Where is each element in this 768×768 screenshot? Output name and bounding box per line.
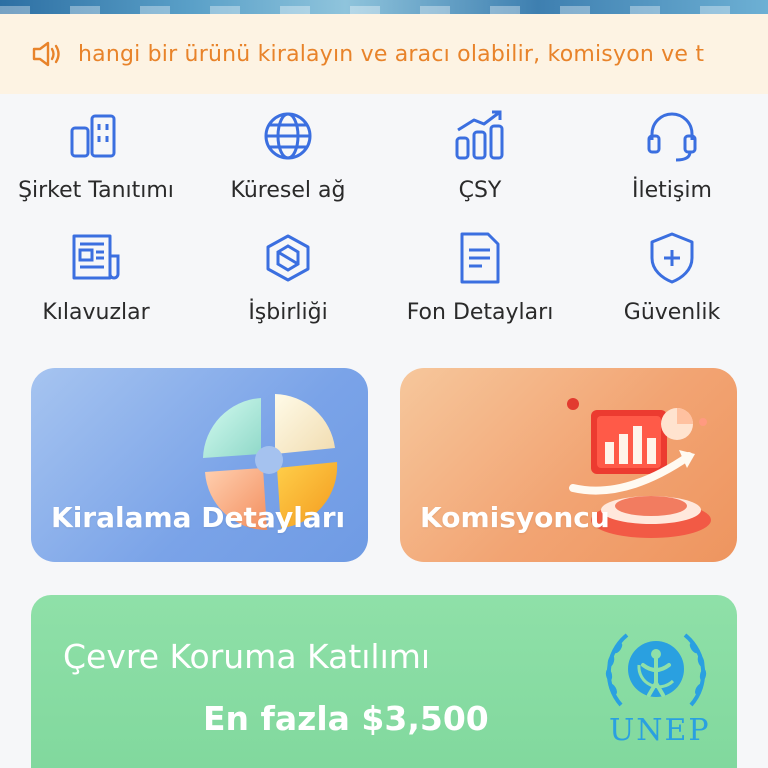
environment-promo-banner[interactable]: Çevre Koruma Katılımı En fazla $3,500 UN… <box>31 595 737 768</box>
menu-item-csr[interactable]: ÇSY <box>384 100 576 220</box>
notice-bar[interactable]: hangi bir ürünü kiralayın ve aracı olabi… <box>0 14 768 94</box>
menu-label: İletişim <box>632 178 712 203</box>
building-icon <box>70 114 116 158</box>
menu-item-guides[interactable]: Kılavuzlar <box>0 222 192 342</box>
speaker-icon <box>32 41 60 67</box>
globe-icon <box>264 112 312 160</box>
menu-label: Kılavuzlar <box>42 300 150 325</box>
cooperation-icon <box>266 234 310 282</box>
headset-icon <box>647 112 697 162</box>
menu-label: Küresel ağ <box>230 178 346 203</box>
promo-subtitle: En fazla $3,500 <box>203 699 489 738</box>
menu-item-global-network[interactable]: Küresel ağ <box>192 100 384 220</box>
notice-text: hangi bir ürünü kiralayın ve aracı olabi… <box>78 41 705 67</box>
menu-label: Fon Detayları <box>406 300 554 325</box>
unep-logo-icon <box>605 633 707 707</box>
unep-logo-text: UNEP <box>609 713 711 748</box>
rental-details-title: Kiralama Detayları <box>51 501 346 534</box>
shield-icon <box>650 232 694 284</box>
broker-card[interactable]: Komisyoncu <box>400 368 737 562</box>
menu-item-fund-details[interactable]: Fon Detayları <box>384 222 576 342</box>
document-icon <box>460 232 500 284</box>
promo-title: Çevre Koruma Katılımı <box>63 637 431 676</box>
menu-item-company-intro[interactable]: Şirket Tanıtımı <box>0 100 192 220</box>
menu-label: Güvenlik <box>623 300 721 325</box>
menu-label: Şirket Tanıtımı <box>18 178 174 203</box>
menu-item-security[interactable]: Güvenlik <box>576 222 768 342</box>
top-banner-image[interactable] <box>0 0 768 14</box>
menu-label: ÇSY <box>458 178 502 203</box>
menu-item-cooperation[interactable]: İşbirliği <box>192 222 384 342</box>
menu-label: İşbirliği <box>248 300 328 325</box>
chart-icon <box>455 110 504 160</box>
broker-title: Komisyoncu <box>420 501 610 534</box>
banner-wave-decoration <box>0 6 768 14</box>
menu-item-contact[interactable]: İletişim <box>576 100 768 220</box>
rental-details-card[interactable]: Kiralama Detayları <box>31 368 368 562</box>
newspaper-icon <box>72 234 120 280</box>
